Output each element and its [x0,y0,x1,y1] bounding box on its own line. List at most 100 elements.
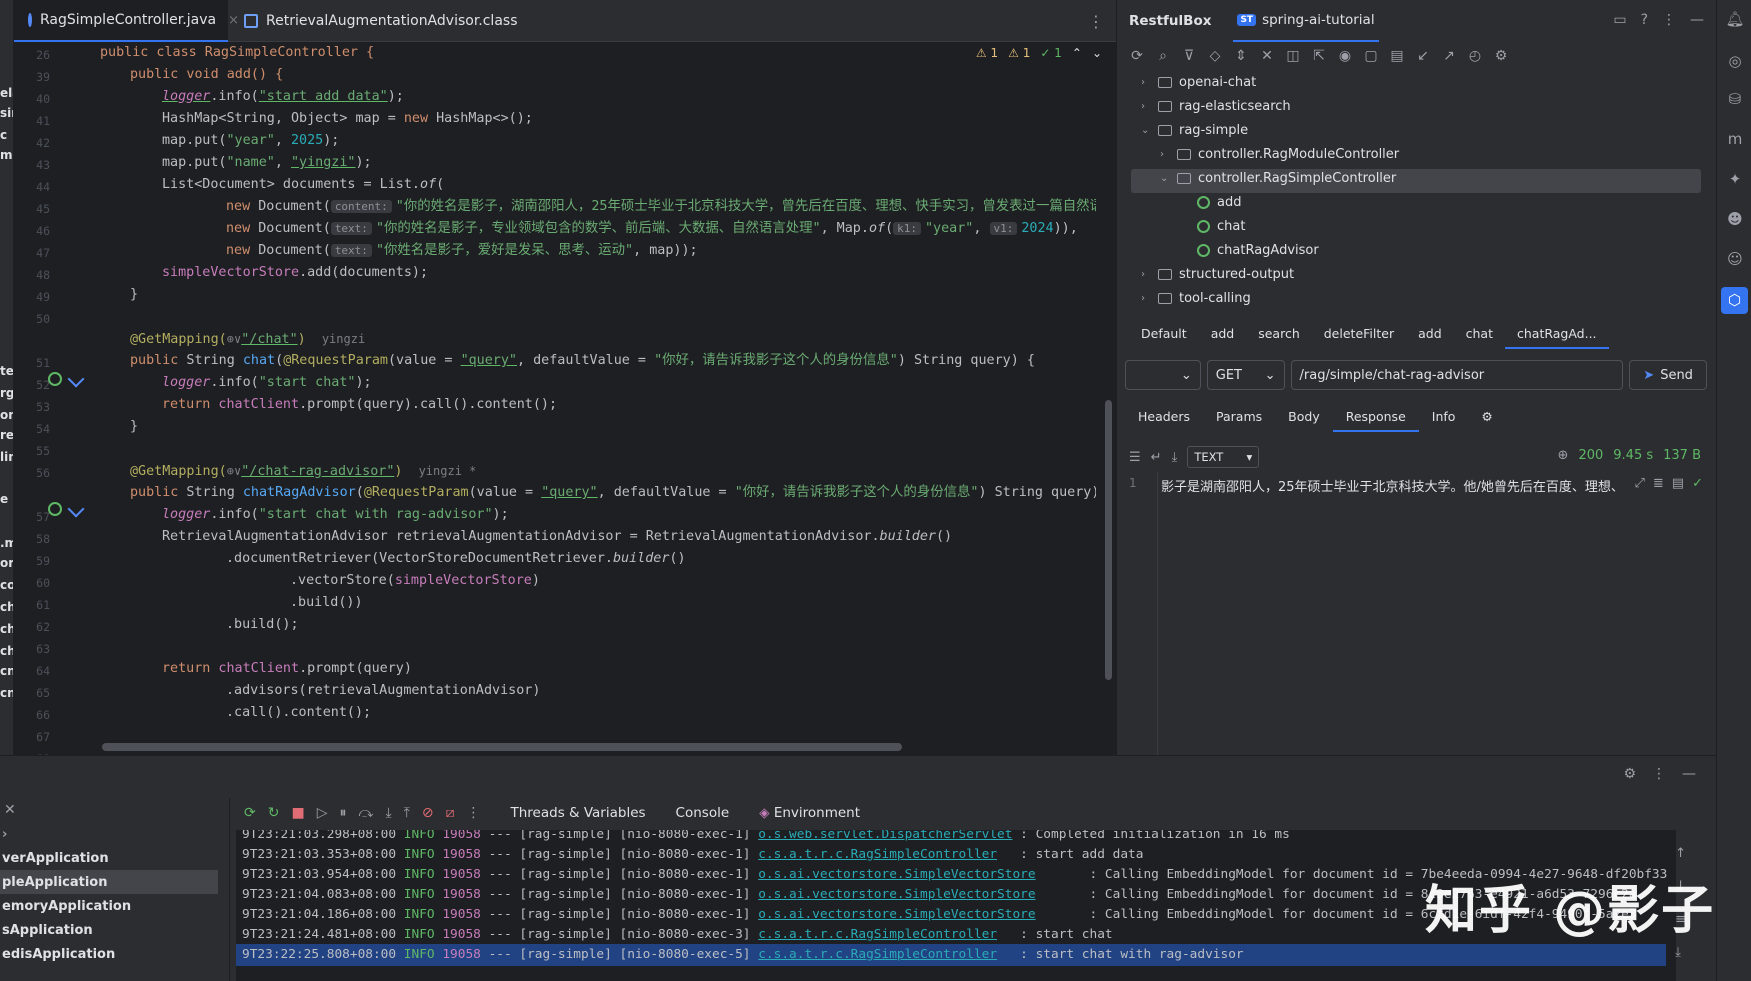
format-select[interactable]: TEXT ▾ [1187,446,1260,468]
run-method-icon[interactable] [48,372,62,386]
refresh-icon[interactable]: ⟳ [1129,48,1145,64]
tree-node-method-chat-rag-advisor[interactable]: chatRagAdvisor [1197,238,1319,262]
send-request-icon[interactable] [67,500,85,518]
filter-icon[interactable]: ⊽ [1181,48,1197,64]
history-icon[interactable]: ◴ [1467,48,1483,64]
tree-node-method-add[interactable]: add [1197,190,1241,214]
app-item-selected[interactable]: pleApplication [0,870,218,894]
step-out-icon[interactable]: ⤒ [404,805,410,821]
tree-node-rag-module-controller[interactable]: › controller.RagModuleController [1160,142,1399,166]
close-icon[interactable]: ✕ [4,802,16,818]
notifications-icon[interactable]: 🔔︎ [1725,10,1745,30]
tree-node-tool-calling[interactable]: › tool-calling [1141,286,1251,310]
database-icon[interactable]: ⛁ [1725,90,1745,110]
tab-info[interactable]: Info [1419,403,1469,432]
app-item[interactable]: verApplication [0,846,218,870]
project-tab[interactable]: ST spring-ai-tutorial [1233,0,1379,42]
settings-icon[interactable]: ⚙ [1623,766,1636,782]
method-select[interactable]: GET ⌄ [1206,360,1285,390]
open-external-icon[interactable]: ↗ [1441,48,1457,64]
tab-retrieval-augmentation-advisor[interactable]: RetrievalAugmentationAdvisor.class [230,0,532,42]
collapse-all-icon[interactable]: ✕ [1259,48,1275,64]
search-icon[interactable]: ⌕ [1155,48,1171,64]
step-over-icon[interactable]: ⤼ [358,805,373,821]
more-icon[interactable]: ⋮ [1088,12,1104,31]
gear-icon[interactable]: ⚙ [1468,403,1505,432]
horizontal-scrollbar[interactable] [102,743,902,751]
endpoint-tab[interactable]: search [1246,320,1312,349]
scroll-up-icon[interactable]: ↑ [1675,846,1686,861]
send-request-icon[interactable] [67,370,85,388]
code-area[interactable]: public class RagSimpleController { publi… [100,42,1096,742]
tree-node-rag-simple[interactable]: ⌄ rag-simple [1141,118,1248,142]
locate-icon[interactable]: ◉ [1337,48,1353,64]
step-into-icon[interactable]: ⤓ [385,805,391,821]
rerun-icon[interactable]: ⟳ [244,805,256,821]
resume-icon[interactable]: ▷ [317,805,328,821]
tab-console[interactable]: Console [676,805,730,821]
rerun-failed-icon[interactable]: ↻ [268,805,280,821]
code-editor[interactable]: RagSimpleController.java × RetrievalAugm… [14,0,1116,766]
endpoint-tab[interactable]: deleteFilter [1312,320,1406,349]
endpoint-tab[interactable]: add [1199,320,1247,349]
wrap-icon[interactable]: ↵ [1151,450,1162,465]
expand-all-icon[interactable]: ⇕ [1233,48,1249,64]
copilot-icon[interactable]: ☻ [1725,210,1745,230]
minimize-icon[interactable]: — [1690,12,1704,28]
endpoint-tab[interactable]: Default [1129,320,1199,349]
more-icon[interactable]: ⋮ [1662,12,1676,28]
vertical-scrollbar[interactable] [1105,400,1112,680]
app-item[interactable]: sApplication [0,918,218,942]
response-body[interactable]: 1 影子是湖南邵阳人，25年硕士毕业于北京科技大学。他/她曾先后在百度、理想、 … [1117,472,1707,755]
tree-node-method-chat[interactable]: chat [1197,214,1245,238]
app-item[interactable]: emoryApplication [0,894,218,918]
more-icon[interactable]: ⋮ [467,805,481,821]
log-line[interactable]: 9T23:22:25.808+08:00 INFO 19058 --- [rag… [236,944,1666,966]
breakpoints-icon[interactable]: ⊘ [422,805,434,821]
tree-node-rag-simple-controller[interactable]: ⌄ controller.RagSimpleController [1160,166,1396,190]
more-icon[interactable]: ⋮ [1652,766,1666,782]
pause-icon[interactable]: ⏸︎ [339,805,346,821]
tab-response[interactable]: Response [1332,403,1419,432]
chat-icon[interactable]: ☺ [1725,250,1745,270]
expand-icon[interactable]: ⤢ [1634,476,1644,491]
list-icon[interactable]: ≣ [1653,476,1664,491]
tab-params[interactable]: Params [1203,403,1275,432]
endpoint-tab-active[interactable]: chatRagAd... [1504,320,1609,349]
environment-select[interactable]: ⌄ [1125,360,1201,390]
tab-environment[interactable]: ◈ Environment [759,805,860,821]
import-icon[interactable]: ↙ [1415,48,1431,64]
response-text[interactable]: 影子是湖南邵阳人，25年硕士毕业于北京科技大学。他/她曾先后在百度、理想、 [1161,476,1631,495]
scroll-end-icon[interactable]: ⤓ [1675,945,1686,960]
tab-headers[interactable]: Headers [1125,403,1203,432]
log-line[interactable]: 9T23:21:03.353+08:00 INFO 19058 --- [rag… [242,844,1143,866]
copy-icon[interactable]: ▤ [1672,476,1684,491]
tree-node-openai-chat[interactable]: › openai-chat [1141,70,1256,94]
list-item[interactable]: › [0,822,218,846]
minimize-icon[interactable]: — [1682,766,1696,782]
settings-icon[interactable]: ⚙ [1493,48,1509,64]
database-icon[interactable]: ▤ [1389,48,1405,64]
folder-icon[interactable]: ▭ [1613,12,1626,28]
endpoint-tab[interactable]: add [1406,320,1454,349]
tab-body[interactable]: Body [1275,403,1333,432]
tree-node-rag-elasticsearch[interactable]: › rag-elasticsearch [1141,94,1291,118]
tab-threads-variables[interactable]: Threads & Variables [511,805,646,821]
stop-icon[interactable]: ■ [291,805,304,821]
app-item[interactable]: edisApplication [0,942,218,966]
help-icon[interactable]: ? [1641,12,1648,28]
endpoint-tab[interactable]: chat [1454,320,1505,349]
tree-node-structured-output[interactable]: › structured-output [1141,262,1294,286]
run-method-icon[interactable] [48,502,62,516]
tag-icon[interactable]: ◇ [1207,48,1223,64]
log-line[interactable]: 9T23:21:24.481+08:00 INFO 19058 --- [rag… [242,924,1113,946]
split-icon[interactable]: ◫ [1285,48,1301,64]
preview-icon[interactable]: ▢ [1363,48,1379,64]
maven-icon[interactable]: m [1725,130,1745,150]
plugin-icon[interactable]: ✦ [1725,170,1745,190]
send-button[interactable]: ➤ Send [1629,360,1707,390]
restfulbox-icon[interactable]: ⬡ [1721,287,1748,314]
mute-breakpoints-icon[interactable]: ⧄ [446,805,455,821]
download-icon[interactable]: ⤓ [1172,450,1178,465]
url-input[interactable]: /rag/simple/chat-rag-advisor [1290,360,1624,390]
